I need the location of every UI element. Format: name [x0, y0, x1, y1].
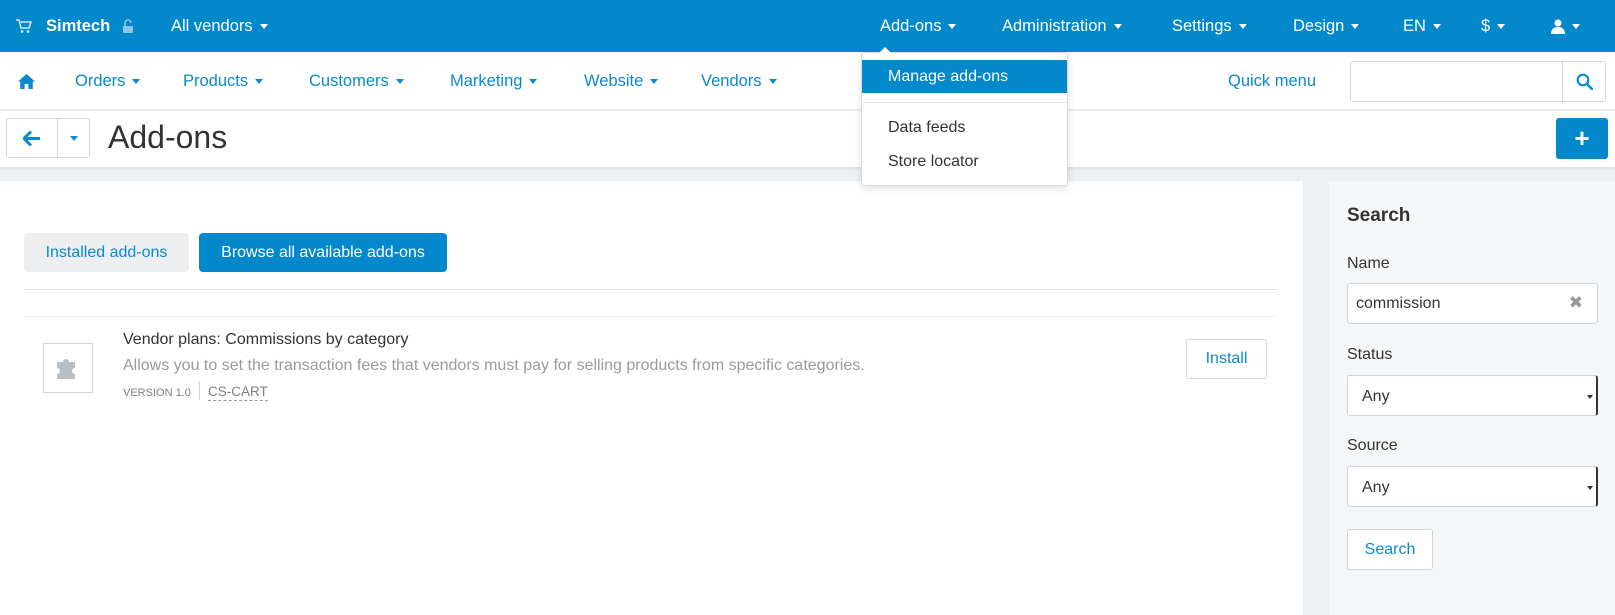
- chevron-down-icon: [529, 78, 538, 84]
- chevron-down-icon: [650, 78, 659, 84]
- nav-orders-label: Orders: [75, 71, 126, 90]
- search-button[interactable]: [1562, 62, 1605, 101]
- chevron-down-icon: [255, 78, 264, 84]
- user-menu[interactable]: [1551, 0, 1580, 52]
- add-addon-button[interactable]: +: [1556, 118, 1608, 159]
- user-icon: [1551, 19, 1565, 34]
- language-menu-label: EN: [1403, 16, 1426, 35]
- addon-description: Allows you to set the transaction fees t…: [123, 357, 865, 374]
- source-select-value: Any: [1362, 479, 1390, 496]
- page-title: Add-ons: [108, 119, 228, 155]
- chevron-down-icon: [395, 78, 404, 84]
- dropdown-arrow: [879, 47, 891, 53]
- chevron-down-icon: [1351, 23, 1360, 29]
- global-search-input[interactable]: [1350, 61, 1606, 102]
- nav-website[interactable]: Website: [584, 52, 659, 110]
- sidebar-title: Search: [1347, 205, 1411, 226]
- dropdown-divider: [862, 102, 1067, 103]
- chevron-down-icon: [1238, 23, 1247, 29]
- search-icon: [1576, 73, 1593, 90]
- clear-icon[interactable]: ✖: [1569, 293, 1583, 313]
- settings-menu[interactable]: Settings: [1172, 0, 1247, 52]
- tab-browse-addons[interactable]: Browse all available add-ons: [199, 233, 447, 272]
- addons-menu-label: Add-ons: [880, 16, 942, 35]
- addon-name[interactable]: Vendor plans: Commissions by category: [123, 331, 408, 349]
- chevron-down-icon: [132, 78, 141, 84]
- chevron-down-icon: [1497, 23, 1506, 29]
- main-nav: Orders Products Customers Marketing Webs…: [0, 52, 1615, 110]
- nav-vendors[interactable]: Vendors: [701, 52, 777, 110]
- status-label: Status: [1347, 346, 1393, 363]
- quick-menu-link[interactable]: Quick menu: [1228, 52, 1316, 110]
- page-header: Add-ons +: [0, 111, 1615, 167]
- chevron-down-icon: [1587, 486, 1593, 490]
- addon-thumbnail: [43, 343, 93, 393]
- design-menu[interactable]: Design: [1293, 0, 1360, 52]
- top-bar: Simtech All vendors Add-ons Administrati…: [0, 0, 1615, 52]
- back-arrow-icon: [23, 130, 41, 146]
- chevron-down-icon: [1587, 395, 1593, 399]
- chevron-down-icon: [948, 23, 957, 29]
- chevron-down-icon: [1113, 23, 1122, 29]
- menu-item-store-locator[interactable]: Store locator: [862, 145, 1067, 178]
- addons-dropdown-menu: Manage add-ons Data feeds Store locator: [861, 47, 1068, 186]
- vendors-menu-label: All vendors: [171, 16, 253, 35]
- nav-products[interactable]: Products: [183, 52, 264, 110]
- settings-menu-label: Settings: [1172, 16, 1232, 35]
- divider: [24, 316, 1277, 317]
- addons-menu[interactable]: Add-ons: [880, 0, 957, 52]
- chevron-down-icon: [1432, 23, 1441, 29]
- name-input-value: commission: [1356, 295, 1441, 312]
- nav-customers[interactable]: Customers: [309, 52, 404, 110]
- tab-installed-addons[interactable]: Installed add-ons: [24, 233, 189, 272]
- nav-customers-label: Customers: [309, 71, 389, 90]
- home-icon[interactable]: [18, 52, 35, 110]
- menu-item-manage-addons[interactable]: Manage add-ons: [862, 60, 1067, 93]
- vendors-menu[interactable]: All vendors: [171, 0, 268, 52]
- status-select-value: Any: [1362, 388, 1390, 405]
- menu-item-data-feeds[interactable]: Data feeds: [862, 111, 1067, 144]
- chevron-down-icon: [259, 23, 268, 29]
- source-select[interactable]: Any: [1347, 466, 1598, 507]
- chevron-down-icon: [69, 135, 78, 141]
- store-name-link[interactable]: Simtech: [46, 0, 110, 52]
- lock-icon[interactable]: [122, 0, 134, 52]
- nav-marketing-label: Marketing: [450, 71, 523, 90]
- currency-menu-label: $: [1481, 16, 1491, 35]
- sidebar-search-button[interactable]: Search: [1347, 529, 1433, 570]
- administration-menu-label: Administration: [1002, 16, 1107, 35]
- status-select[interactable]: Any: [1347, 375, 1598, 416]
- addon-source-link[interactable]: CS-CART: [208, 384, 268, 401]
- puzzle-icon: [57, 359, 75, 379]
- language-menu[interactable]: EN: [1403, 0, 1441, 52]
- main-content: Installed add-ons Browse all available a…: [0, 181, 1303, 615]
- install-button[interactable]: Install: [1186, 339, 1267, 379]
- name-label: Name: [1347, 255, 1390, 272]
- design-menu-label: Design: [1293, 16, 1345, 35]
- chevron-down-icon: [1572, 23, 1580, 29]
- nav-products-label: Products: [183, 71, 249, 90]
- meta-divider: [199, 381, 200, 400]
- nav-website-label: Website: [584, 71, 644, 90]
- name-search-input[interactable]: commission ✖: [1347, 283, 1598, 324]
- administration-menu[interactable]: Administration: [1002, 0, 1122, 52]
- source-label: Source: [1347, 437, 1398, 454]
- history-dropdown-button[interactable]: [58, 119, 89, 157]
- divider: [24, 289, 1277, 290]
- nav-vendors-label: Vendors: [701, 71, 762, 90]
- chevron-down-icon: [768, 78, 777, 84]
- nav-orders[interactable]: Orders: [75, 52, 141, 110]
- addon-version: VERSION 1.0: [123, 387, 191, 399]
- back-button-group: [6, 118, 90, 158]
- cart-icon[interactable]: [16, 0, 32, 52]
- nav-marketing[interactable]: Marketing: [450, 52, 538, 110]
- search-sidebar: Search Name commission ✖ Status Any Sour…: [1329, 181, 1615, 615]
- back-button[interactable]: [7, 119, 59, 157]
- currency-menu[interactable]: $: [1481, 0, 1506, 52]
